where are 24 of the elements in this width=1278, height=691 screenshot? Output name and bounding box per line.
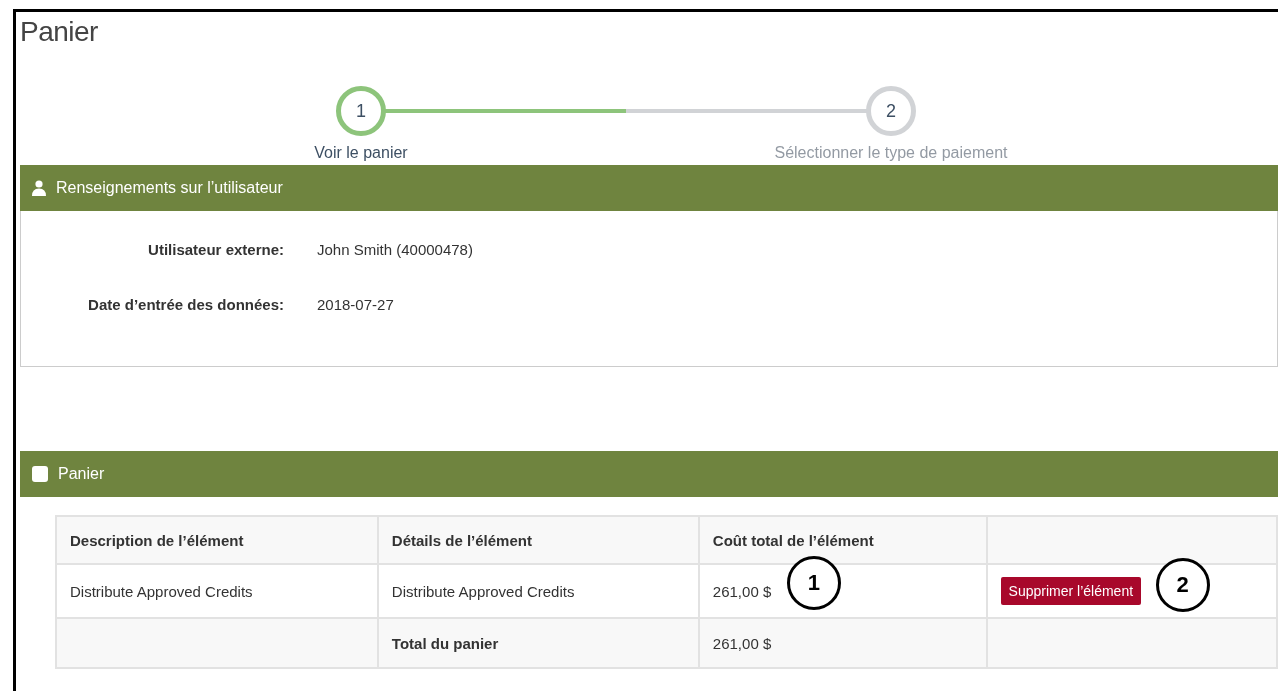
user-icon	[32, 180, 46, 196]
step-label: Voir le panier	[314, 144, 408, 162]
step-label: Sélectionner le type de paiement	[774, 144, 1008, 162]
callout-marker: 1	[786, 556, 841, 610]
field-value: John Smith (40000478)	[317, 241, 473, 260]
page-title: Panier	[20, 16, 99, 49]
table-cell: Distribute Approved Credits	[56, 564, 378, 618]
panel-title: Panier	[58, 465, 105, 483]
field-value: 2018-07-27	[317, 296, 394, 315]
square-icon	[32, 466, 48, 482]
panel-title: Renseignements sur l’utilisateur	[56, 179, 283, 197]
delete-button[interactable]: Supprimer l’élément	[1000, 577, 1142, 605]
column-header: Description de l’élément	[56, 516, 378, 564]
column-header: Détails de l’élément	[377, 516, 699, 564]
field-label: Date d’entrée des données:	[87, 296, 284, 315]
step-circle[interactable]: 2	[866, 86, 916, 136]
table-cell: 261,00 $	[712, 582, 772, 600]
total-value: 261,00 $	[698, 618, 987, 668]
field-label: Utilisateur externe:	[147, 241, 284, 260]
callout-marker: 2	[1155, 558, 1210, 612]
step-circle[interactable]: 1	[336, 86, 386, 136]
total-label: Total du panier	[377, 618, 699, 668]
table-cell: Distribute Approved Credits	[377, 564, 699, 618]
column-header: Coût total de l’élément	[698, 516, 987, 564]
